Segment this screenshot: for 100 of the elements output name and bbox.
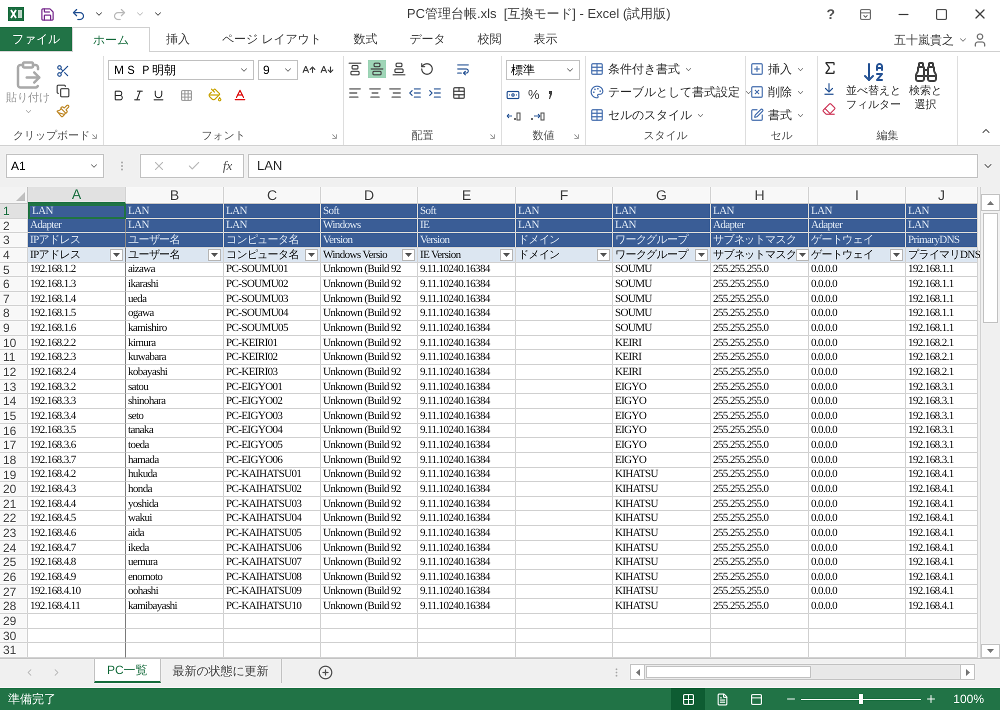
row-header[interactable]: 15 <box>0 408 28 424</box>
up-arrow-icon[interactable] <box>987 200 994 204</box>
row-header[interactable]: 28 <box>0 599 28 614</box>
row-header[interactable]: 11 <box>0 350 28 366</box>
column-header[interactable]: D <box>321 187 418 204</box>
decrease-indent-icon[interactable] <box>408 86 422 100</box>
zoom-level[interactable]: 100% <box>953 690 984 708</box>
dialog-launcher-icon[interactable] <box>488 132 497 140</box>
font-name-field[interactable]: ＭＳ Ｐ明朝 <box>108 60 254 80</box>
bold-icon[interactable] <box>112 88 125 102</box>
user-name[interactable]: 五十嵐貴之 <box>894 30 954 48</box>
row-header[interactable]: 31 <box>0 643 28 658</box>
row-header[interactable]: 4 <box>0 248 28 263</box>
caret-icon[interactable] <box>893 252 900 257</box>
row-header[interactable]: 7 <box>0 292 28 306</box>
increase-decimal-icon[interactable] <box>506 110 522 122</box>
delete-cells-icon[interactable] <box>750 85 764 99</box>
orientation-icon[interactable] <box>420 62 434 76</box>
column-header[interactable]: F <box>516 187 613 204</box>
styles-menu-button[interactable]: セルのスタイル <box>608 106 692 124</box>
file-tab[interactable]: ファイル <box>0 27 72 51</box>
filter-dropdown-button[interactable] <box>890 248 903 261</box>
binoculars-icon[interactable] <box>914 60 938 84</box>
fill-icon[interactable] <box>822 82 836 96</box>
increase-indent-icon[interactable] <box>428 86 442 100</box>
column-header[interactable]: J <box>906 187 978 204</box>
scrollbar-thumb[interactable] <box>646 666 811 678</box>
scroll-down-button[interactable] <box>981 644 1000 658</box>
row-header[interactable]: 14 <box>0 394 28 409</box>
row-header[interactable]: 25 <box>0 555 28 570</box>
scroll-up-button[interactable] <box>981 194 1000 211</box>
percent-button[interactable]: % <box>528 85 540 104</box>
row-header[interactable]: 2 <box>0 218 28 234</box>
cut-icon[interactable] <box>56 64 70 78</box>
filter-dropdown-button[interactable] <box>500 248 513 261</box>
caret-icon[interactable] <box>211 252 218 257</box>
row-header[interactable]: 16 <box>0 424 28 438</box>
underline-icon[interactable] <box>152 88 165 102</box>
row-header[interactable]: 6 <box>0 277 28 292</box>
cell-style-icon[interactable] <box>590 108 604 122</box>
zoom-in-icon[interactable] <box>925 693 938 705</box>
italic-icon[interactable] <box>132 88 145 102</box>
row-header[interactable]: 12 <box>0 365 28 380</box>
font-size-field[interactable]: 9 <box>258 60 298 80</box>
sheet-tab[interactable]: PC一覧 <box>94 659 161 683</box>
merge-cells-icon[interactable] <box>452 86 466 100</box>
right-arrow-icon[interactable] <box>966 668 970 676</box>
row-header[interactable]: 18 <box>0 452 28 468</box>
cells-menu-button[interactable]: 挿入 <box>768 60 792 78</box>
row-header[interactable]: 20 <box>0 482 28 497</box>
dialog-launcher-icon[interactable] <box>90 132 99 140</box>
ribbon-tab[interactable]: 挿入 <box>150 27 206 51</box>
sheet-tab[interactable]: 最新の状態に更新 <box>160 659 282 683</box>
filter-dropdown-button[interactable] <box>597 248 610 261</box>
scroll-left-button[interactable] <box>631 665 645 679</box>
grid-icon[interactable] <box>682 692 695 706</box>
format-painter-icon[interactable] <box>56 104 70 118</box>
filter-dropdown-button[interactable] <box>208 248 221 261</box>
dialog-launcher-icon[interactable] <box>330 132 339 140</box>
cells-menu-button[interactable]: 削除 <box>768 83 792 101</box>
align-center-icon[interactable] <box>368 86 382 100</box>
column-header[interactable]: B <box>126 187 224 204</box>
filter-dropdown-button[interactable] <box>110 248 123 261</box>
comma-style-icon[interactable] <box>548 90 553 99</box>
excel-logo-icon[interactable] <box>8 6 24 22</box>
align-right-icon[interactable] <box>388 86 402 100</box>
dialog-launcher-icon[interactable] <box>572 132 581 140</box>
filter-dropdown-button[interactable] <box>402 248 415 261</box>
name-box[interactable]: A1 <box>6 154 104 178</box>
view-button[interactable] <box>671 688 706 710</box>
styles-menu-button[interactable]: 条件付き書式 <box>608 60 680 78</box>
sort-filter-button[interactable]: 並べ替えと フィルター <box>846 84 901 112</box>
caret-icon[interactable] <box>698 252 705 257</box>
filter-dropdown-button[interactable] <box>305 248 318 261</box>
fill-color-icon[interactable] <box>208 88 222 102</box>
row-header[interactable]: 1 <box>0 204 28 219</box>
ribbon-display-icon[interactable] <box>859 8 872 20</box>
row-header[interactable]: 3 <box>0 233 28 248</box>
help-button[interactable]: ? <box>818 4 843 24</box>
avatar-icon[interactable] <box>972 32 988 48</box>
formula-input-field[interactable]: LAN <box>248 154 978 178</box>
row-header[interactable]: 8 <box>0 306 28 322</box>
row-header[interactable]: 5 <box>0 262 28 278</box>
scrollbar-thumb[interactable] <box>983 213 998 323</box>
row-header[interactable]: 13 <box>0 380 28 394</box>
ribbon-tab[interactable]: 数式 <box>337 27 394 51</box>
bottom-align-icon[interactable] <box>392 62 406 76</box>
row-header[interactable]: 10 <box>0 336 28 350</box>
eraser-icon[interactable] <box>822 102 836 116</box>
filter-dropdown-button[interactable] <box>796 248 810 261</box>
format-cells-icon[interactable] <box>750 108 764 122</box>
row-header[interactable]: 17 <box>0 438 28 453</box>
ribbon-tab[interactable]: データ <box>393 27 462 51</box>
borders-icon[interactable] <box>180 88 193 102</box>
caret-icon[interactable] <box>799 252 806 257</box>
styles-menu-button[interactable]: テーブルとして書式設定 <box>608 83 740 101</box>
zoom-slider-thumb[interactable] <box>859 694 864 704</box>
column-header[interactable]: E <box>418 187 516 204</box>
insert-cells-icon[interactable] <box>750 62 764 76</box>
row-header[interactable]: 27 <box>0 584 28 600</box>
